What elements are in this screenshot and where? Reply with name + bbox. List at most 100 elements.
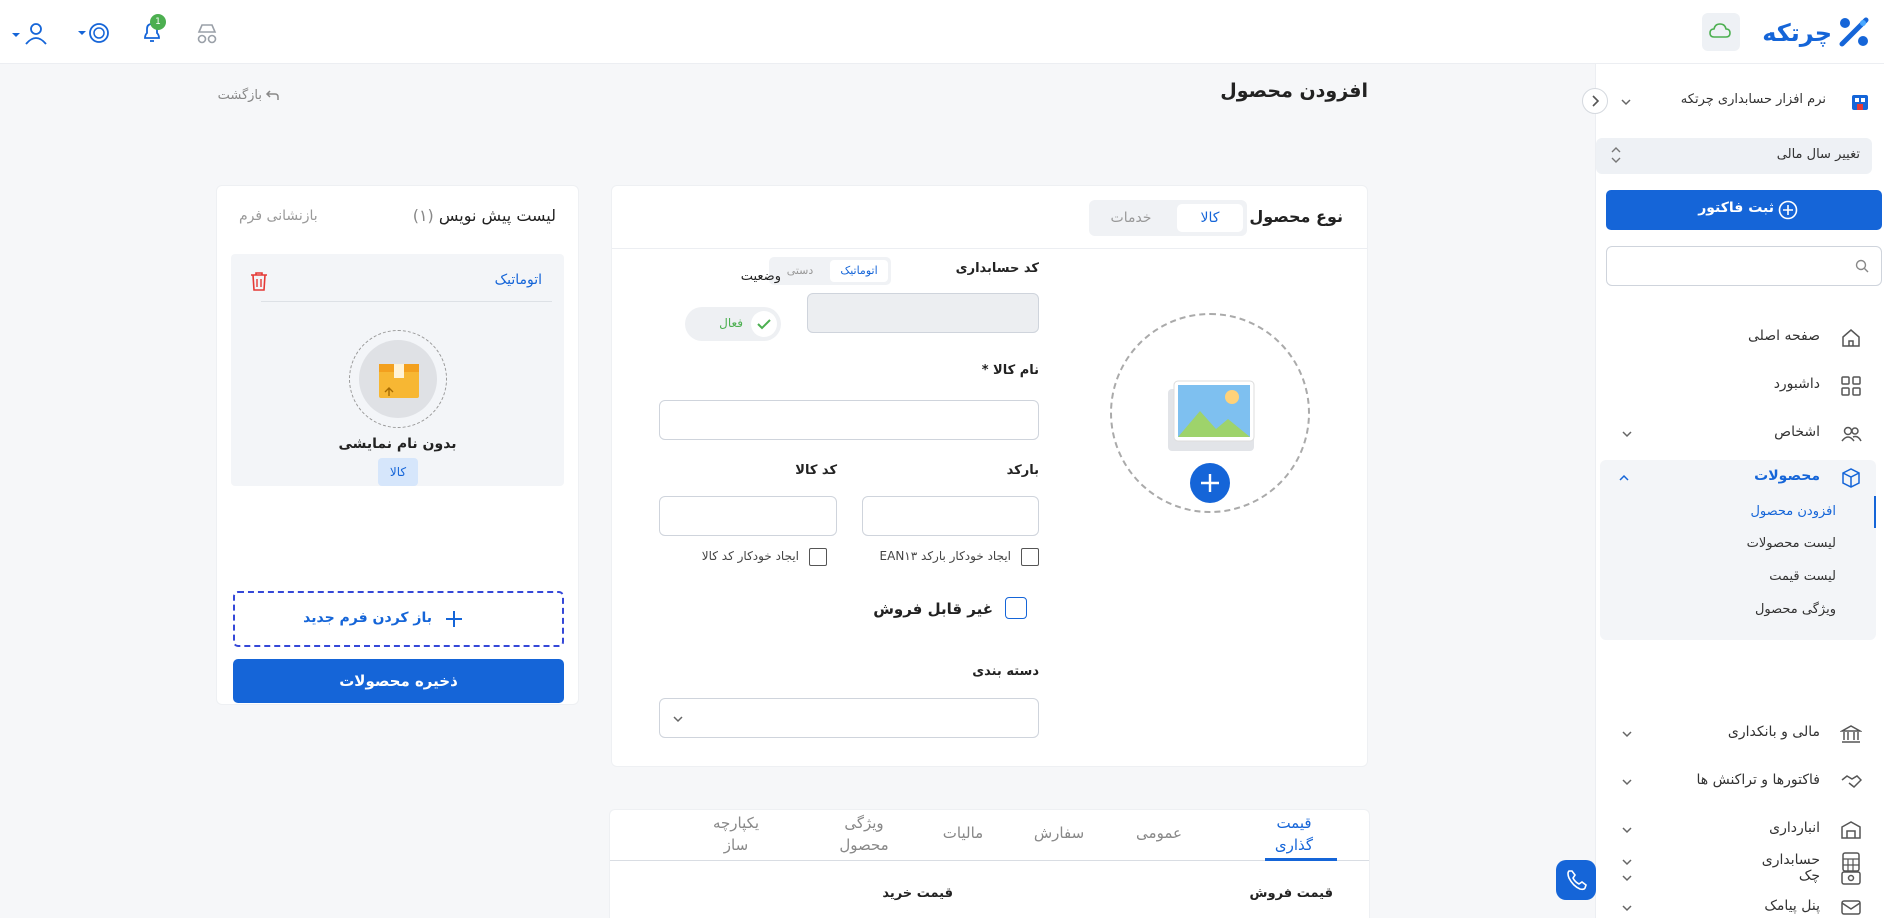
auto-code-label: ایجاد خودکار کد کالا — [701, 549, 799, 563]
sidebar-item-warehouse[interactable]: انبارداری — [1595, 812, 1884, 848]
purchase-price-label: قیمت خرید — [882, 886, 953, 901]
reset-form-button[interactable]: بازنشانی فرم — [239, 208, 318, 224]
tab-pricing[interactable]: قیمت گذاری — [1259, 812, 1329, 856]
draft-count: (۱) — [412, 206, 434, 225]
notifications-button[interactable]: 1 — [138, 14, 166, 46]
back-button[interactable]: بازگشت — [214, 86, 280, 106]
sidebar-collapse-button[interactable] — [1582, 88, 1608, 114]
product-code-input[interactable] — [659, 496, 837, 536]
company-selector[interactable]: نرم افزار حسابداری چرتکه — [1626, 92, 1826, 112]
page-title: افزودن محصول — [1220, 80, 1368, 102]
company-chevron-icon — [1620, 96, 1632, 108]
fiscal-year-label: تغییر سال مالی — [1776, 147, 1860, 162]
chevron-up-icon — [1618, 472, 1630, 484]
incognito-button[interactable] — [194, 20, 220, 46]
sidebar-item-products[interactable]: محصولات — [1600, 460, 1876, 496]
sidebar-subitem-product-list[interactable]: لیست محصولات — [1747, 536, 1836, 551]
plus-icon — [1201, 474, 1219, 492]
type-goods-option[interactable]: کالا — [1177, 204, 1243, 232]
phone-icon — [1567, 870, 1587, 891]
sidebar-item-invoices[interactable]: فاکتورها و تراکنش ها — [1595, 764, 1884, 800]
sidebar-item-home-label: صفحه اصلی — [1747, 328, 1820, 344]
active-indicator — [1874, 496, 1876, 528]
product-image-upload[interactable] — [1110, 313, 1310, 513]
back-arrow-icon — [264, 89, 280, 103]
not-sellable-label: غیر قابل فروش — [873, 600, 993, 618]
register-invoice-button[interactable]: ثبت فاکتور — [1606, 190, 1882, 230]
draft-item-mode: اتوماتیک — [494, 272, 542, 288]
sidebar-item-sms[interactable]: پنل پیامک — [1595, 892, 1884, 918]
sidebar-subitem-price-list[interactable]: لیست قیمت — [1769, 569, 1836, 584]
sidebar-item-accounting-label: حسابداری — [1761, 852, 1820, 868]
fiscal-year-selector[interactable]: تغییر سال مالی — [1596, 138, 1872, 174]
user-menu[interactable] — [10, 20, 50, 46]
status-label: وضعیت — [740, 269, 781, 284]
user-icon — [12, 23, 47, 45]
chevron-down-icon — [1621, 824, 1632, 834]
product-name-input[interactable] — [659, 400, 1039, 440]
not-sellable-checkbox[interactable] — [1005, 597, 1027, 619]
sidebar-item-finance[interactable]: مالی و بانکداری — [1595, 716, 1884, 752]
chevron-down-icon — [1621, 728, 1632, 738]
product-code-label: کد کالا — [795, 463, 837, 478]
category-label: دسته بندی — [972, 664, 1039, 679]
sidebar-item-accounting[interactable]: حسابداری — [1595, 844, 1884, 880]
sidebar-item-products-label: محصولات — [1754, 468, 1820, 484]
chortke-logo-icon — [1839, 17, 1869, 47]
auto-code-checkbox[interactable] — [809, 548, 827, 566]
category-select[interactable] — [659, 698, 1039, 738]
draft-item-type-badge: کالا — [378, 458, 418, 486]
register-invoice-label: ثبت فاکتور — [1698, 200, 1774, 216]
draft-item[interactable]: اتوماتیک بدون نام نمایشی کالا — [231, 254, 564, 486]
tab-product-feature[interactable]: ویژگی محصول — [829, 812, 899, 856]
brand-logo — [1836, 14, 1872, 50]
notification-badge: 1 — [150, 14, 166, 30]
trash-icon — [251, 272, 267, 291]
sidebar-subitem-add-product[interactable]: افزودن محصول — [1750, 504, 1836, 519]
tab-general[interactable]: عمومی — [1129, 824, 1189, 842]
coin-menu[interactable] — [76, 20, 112, 46]
tab-tax[interactable]: مالیات — [933, 824, 993, 842]
draft-item-image-bg — [359, 340, 437, 418]
tab-order[interactable]: سفارش — [1029, 824, 1089, 842]
sidebar-search-input[interactable] — [1607, 247, 1847, 285]
barcode-label: بارکد — [1006, 463, 1039, 478]
search-icon — [1855, 259, 1869, 273]
delete-draft-button[interactable] — [249, 270, 269, 292]
type-services-option[interactable]: خدمات — [1095, 204, 1167, 232]
check-icon — [751, 311, 777, 337]
mode-manual-option[interactable]: دستی — [773, 260, 827, 282]
mode-auto-option[interactable]: اتوماتیک — [830, 260, 888, 282]
accounting-code-input[interactable] — [807, 293, 1039, 333]
status-toggle[interactable]: فعال — [685, 307, 781, 341]
sidebar-item-people[interactable]: اشخاص — [1595, 416, 1884, 452]
divider — [612, 248, 1367, 249]
cloud-sync-button[interactable] — [1702, 13, 1740, 51]
open-new-form-button[interactable]: باز کردن فرم جدید — [233, 591, 564, 647]
coin-icon — [78, 23, 109, 43]
chevron-down-icon — [1621, 428, 1632, 438]
draft-item-image — [349, 330, 447, 428]
save-products-button[interactable]: ذخیره محصولات — [233, 659, 564, 703]
tabs-divider — [610, 860, 1369, 861]
products-group: محصولات افزودن محصول لیست محصولات لیست ق… — [1600, 460, 1876, 640]
tab-integrator[interactable]: یکپارچه ساز — [701, 812, 771, 856]
cloud-icon — [1709, 23, 1731, 38]
barcode-input[interactable] — [862, 496, 1039, 536]
draft-title: لیست پیش نویس — [438, 206, 556, 225]
sidebar-subitem-product-feature[interactable]: ویژگی محصول — [1755, 602, 1836, 617]
sidebar-item-sms-label: پنل پیامک — [1764, 898, 1820, 914]
sidebar-item-people-label: اشخاص — [1774, 424, 1820, 440]
draft-list-card: لیست پیش نویس (۱) بازنشانی فرم اتوماتیک … — [216, 185, 579, 705]
add-image-button[interactable] — [1190, 463, 1230, 503]
company-icon — [1850, 92, 1870, 112]
sidebar-item-finance-label: مالی و بانکداری — [1727, 724, 1820, 740]
sidebar-item-dashboard[interactable]: داشبورد — [1595, 368, 1884, 404]
draft-title-wrap: لیست پیش نویس (۱) — [413, 206, 556, 225]
auto-barcode-checkbox[interactable] — [1021, 548, 1039, 566]
product-type-label: نوع محصول — [1249, 207, 1343, 226]
sidebar-item-dashboard-label: داشبورد — [1773, 376, 1820, 392]
auto-barcode-label: ایجاد خودکار بارکد EAN۱۳ — [879, 549, 1011, 563]
support-call-button[interactable] — [1556, 860, 1596, 900]
sidebar-item-home[interactable]: صفحه اصلی — [1595, 320, 1884, 356]
